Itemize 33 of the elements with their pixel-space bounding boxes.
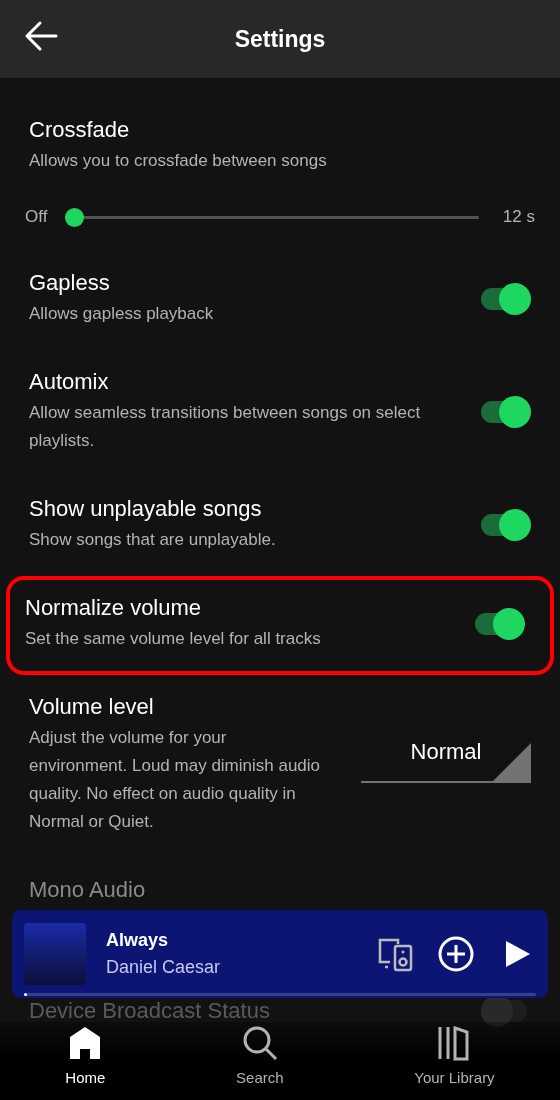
toggle-switch[interactable] — [475, 607, 525, 641]
add-icon[interactable] — [436, 934, 476, 974]
setting-description: Allows you to crossfade between songs — [29, 150, 328, 172]
setting-title: Automix — [29, 369, 110, 395]
album-art-placeholder — [24, 923, 86, 985]
setting-description: Allow seamless transitions between songs on select playlists. — [29, 402, 422, 452]
setting-description: Show songs that are unplayable. — [29, 529, 277, 551]
nav-tab[interactable]: Your Library — [414, 1023, 495, 1086]
setting-title: Mono Audio — [29, 877, 147, 903]
slider-thumb[interactable] — [65, 207, 85, 227]
dropdown-corner-icon — [493, 743, 531, 781]
track-artist: Daniel Caesar — [106, 957, 222, 978]
setting-description: Adjust the volume for your environment. Loud may diminish audio quality. No effect on audio quality in Normal or Quiet. — [29, 727, 322, 833]
slider-max-label: 12 s — [502, 207, 535, 227]
toggle-switch[interactable] — [481, 282, 531, 316]
back-arrow-icon[interactable] — [24, 20, 58, 52]
header-title: Settings — [234, 25, 326, 53]
now-playing-bar[interactable]: Always Daniel Caesar — [12, 910, 548, 998]
setting-title: Volume level — [29, 694, 155, 720]
setting-description: Allows gapless playback — [29, 303, 215, 325]
setting-title: Device Broadcast Status — [29, 1000, 270, 1022]
setting-title: Show unplayable songs — [29, 496, 263, 522]
setting-title: Gapless — [29, 270, 111, 296]
toggle-switch[interactable] — [481, 508, 531, 542]
setting-title: Normalize volume — [25, 595, 203, 621]
track-title: Always — [106, 930, 170, 951]
toggle-switch[interactable] — [481, 395, 531, 429]
nav-tab[interactable]: Search — [236, 1023, 284, 1086]
volume-dropdown[interactable]: Normal — [361, 723, 531, 783]
slider-min-label: Off — [25, 207, 48, 227]
setting-title: Crossfade — [29, 117, 131, 143]
nav-tab[interactable]: Home — [65, 1023, 106, 1086]
setting-description: Set the same volume level for all tracks — [25, 628, 322, 650]
